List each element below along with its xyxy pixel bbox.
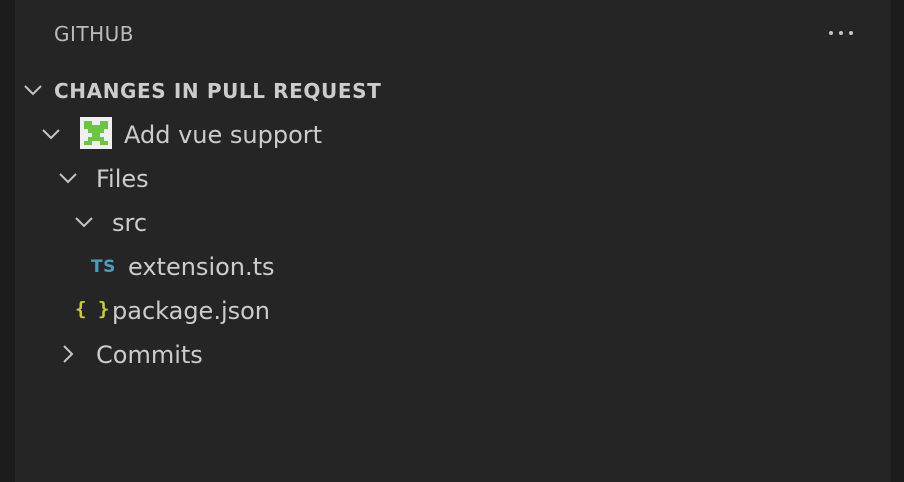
- tree-item-files[interactable]: Files: [15, 156, 891, 200]
- files-label: Files: [96, 165, 149, 193]
- section-title: CHANGES IN PULL REQUEST: [54, 79, 382, 103]
- ellipsis-icon: [829, 31, 833, 35]
- identicon-avatar: [80, 117, 112, 149]
- chevron-right-icon: [63, 345, 74, 363]
- tree-item-commits[interactable]: Commits: [15, 332, 891, 376]
- github-sidebar-panel: GITHUB CHANGES IN PULL REQUEST Add vue s…: [15, 0, 891, 482]
- json-file-icon: { }: [75, 298, 110, 320]
- package-json-label: package.json: [112, 297, 271, 325]
- chevron-down-icon: [75, 217, 93, 228]
- section-header-changes-in-pull-request[interactable]: CHANGES IN PULL REQUEST: [15, 68, 891, 112]
- tree-item-src-folder[interactable]: src: [15, 200, 891, 244]
- view-title: GITHUB: [54, 22, 135, 46]
- typescript-file-icon: TS: [91, 257, 116, 277]
- tree-item-extension-ts[interactable]: TS extension.ts: [15, 244, 891, 288]
- view-header: GITHUB: [15, 0, 891, 68]
- chevron-down-icon: [24, 85, 42, 96]
- src-folder-label: src: [112, 209, 148, 237]
- panel-edge: [891, 0, 904, 482]
- chevron-down-icon: [59, 173, 77, 184]
- chevron-down-icon: [42, 129, 60, 140]
- pull-request-title: Add vue support: [124, 121, 323, 149]
- tree-item-package-json[interactable]: { } package.json: [15, 288, 891, 332]
- commits-label: Commits: [96, 341, 203, 369]
- extension-ts-label: extension.ts: [128, 253, 275, 281]
- more-actions-button[interactable]: [821, 18, 861, 48]
- tree-item-pull-request[interactable]: Add vue support: [15, 112, 891, 156]
